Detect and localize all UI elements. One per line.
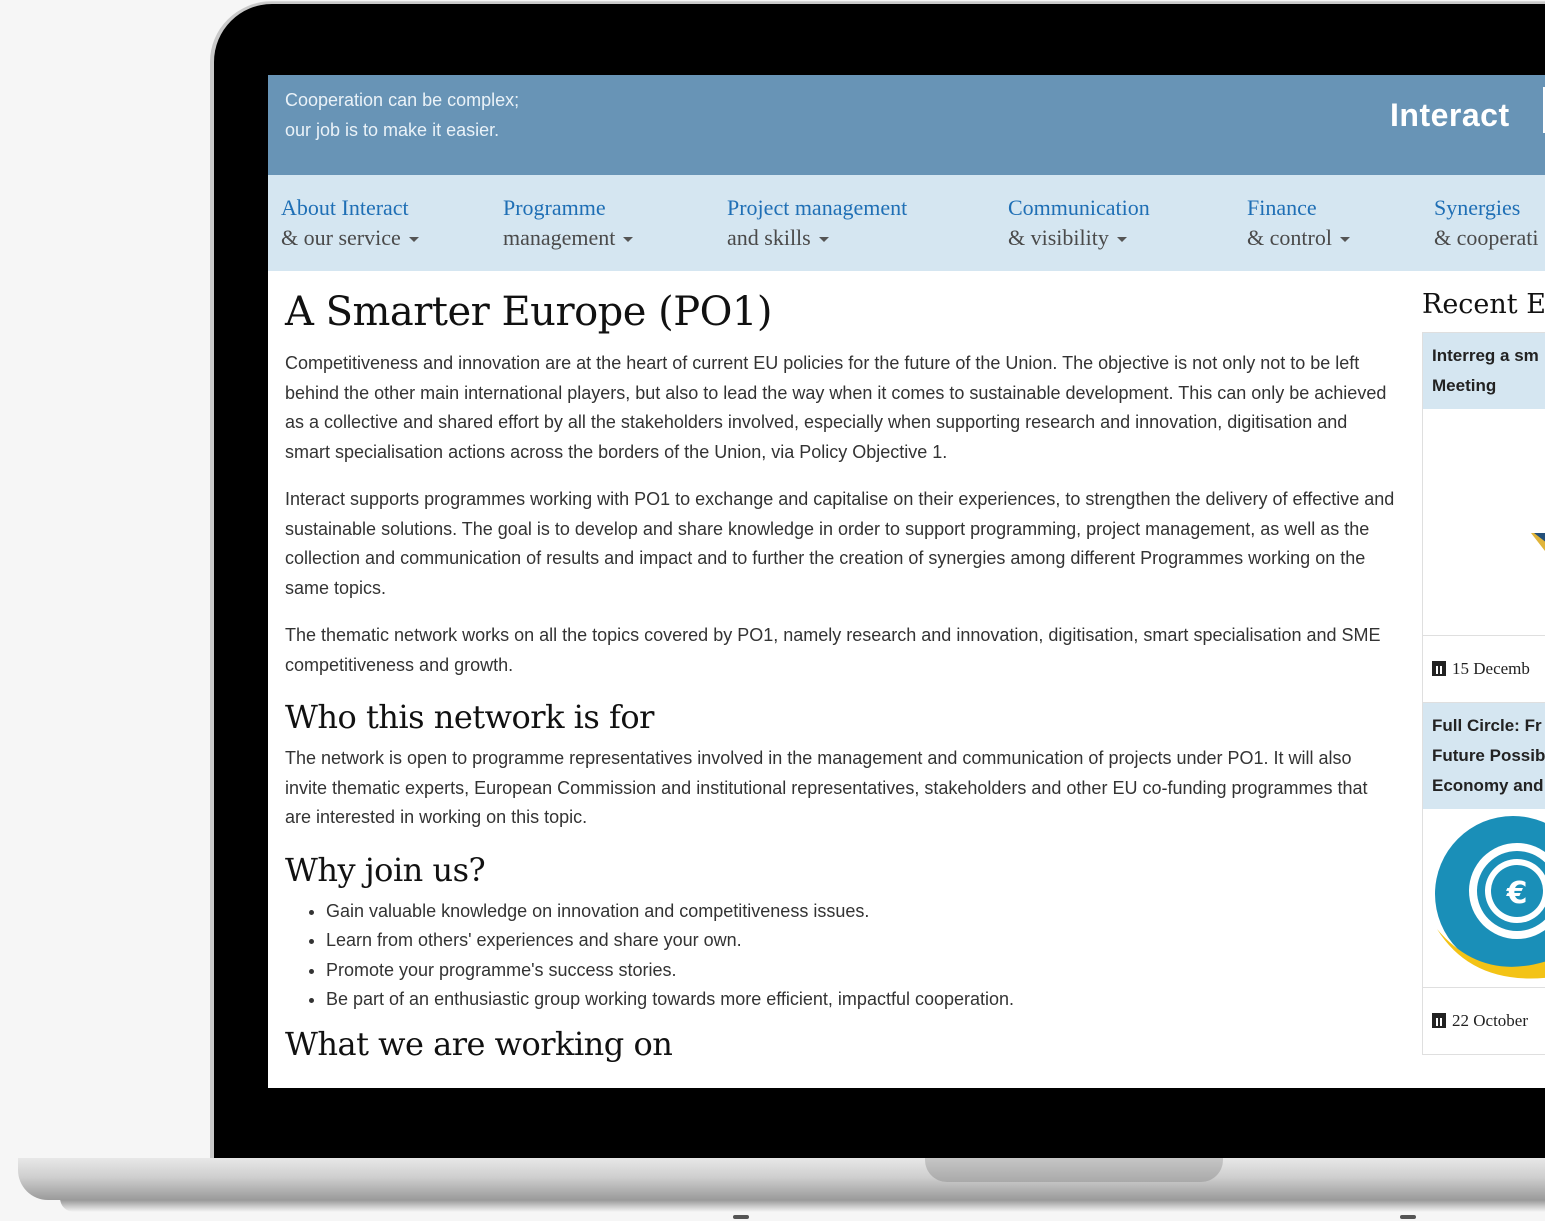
nav-item-project[interactable]: Project management and skills xyxy=(727,193,907,253)
topics-paragraph: The thematic network works on all the to… xyxy=(285,625,1381,675)
tagline-line-1: Cooperation can be complex; xyxy=(285,90,520,110)
nav-label: Project management xyxy=(727,195,908,220)
event-date: 22 October xyxy=(1423,988,1545,1054)
support-paragraph: Interact supports programmes working wit… xyxy=(285,489,1395,598)
site-header: Cooperation can be complex; our job is t… xyxy=(268,75,1545,175)
nav-sublabel: & visibility xyxy=(1008,225,1109,250)
event-card[interactable]: Interreg a sm Meeting 15 Decemb xyxy=(1422,332,1545,703)
event-date: 15 Decemb xyxy=(1423,636,1545,702)
laptop-foot xyxy=(1400,1215,1416,1219)
event-logo-icon xyxy=(1531,533,1545,551)
who-heading: Who this network is for xyxy=(285,698,654,736)
nav-label: Communication xyxy=(1008,195,1150,220)
event-title[interactable]: Full Circle: Fr Future Possib Economy an… xyxy=(1423,703,1545,809)
tagline: Cooperation can be complex; our job is t… xyxy=(285,85,519,145)
nav-label: Finance xyxy=(1247,195,1317,220)
laptop-foot xyxy=(733,1215,749,1219)
nav-item-communication[interactable]: Communication & visibility xyxy=(1008,193,1150,253)
browser-screen: Cooperation can be complex; our job is t… xyxy=(268,75,1545,1088)
event-title-line: Economy and xyxy=(1432,776,1544,795)
recent-events-title: Recent E xyxy=(1422,289,1545,320)
list-item: Promote your programme's success stories… xyxy=(326,956,1395,986)
list-item: Be part of an enthusiastic group working… xyxy=(326,985,1395,1015)
event-title-line: Interreg a sm xyxy=(1432,346,1539,365)
caret-down-icon xyxy=(408,237,419,243)
calendar-icon xyxy=(1432,1013,1446,1028)
brand-logo[interactable]: Interact xyxy=(1390,97,1510,134)
laptop-notch xyxy=(925,1158,1223,1182)
tagline-line-2: our job is to make it easier. xyxy=(285,120,500,140)
event-title[interactable]: Interreg a sm Meeting xyxy=(1423,333,1545,409)
list-item: Learn from others' experiences and share… xyxy=(326,926,1395,956)
nav-sublabel: management xyxy=(503,225,616,250)
nav-sublabel: and skills xyxy=(727,225,811,250)
why-heading: Why join us? xyxy=(285,850,486,889)
nav-label: About Interact xyxy=(281,195,409,220)
intro-paragraph: Competitiveness and innovation are at th… xyxy=(285,353,1387,462)
event-card[interactable]: Full Circle: Fr Future Possib Economy an… xyxy=(1422,703,1545,1055)
who-paragraph: The network is open to programme represe… xyxy=(285,748,1368,827)
laptop-base xyxy=(18,1158,1545,1200)
working-heading: What we are working on xyxy=(285,1024,673,1063)
nav-sublabel: & control xyxy=(1247,225,1332,250)
event-image[interactable] xyxy=(1423,409,1545,636)
nav-item-finance[interactable]: Finance & control xyxy=(1247,193,1350,253)
nav-sublabel: & cooperati xyxy=(1434,225,1539,250)
euro-logo-icon: € xyxy=(1435,816,1545,979)
caret-down-icon xyxy=(818,237,829,243)
nav-item-about[interactable]: About Interact & our service xyxy=(281,193,419,253)
event-date-text: 15 Decemb xyxy=(1452,659,1530,678)
event-title-line: Full Circle: Fr xyxy=(1432,716,1542,735)
nav-label: Synergies xyxy=(1434,195,1521,220)
laptop-shadow xyxy=(60,1198,1545,1212)
event-title-line: Meeting xyxy=(1432,376,1497,395)
calendar-icon xyxy=(1432,661,1446,676)
event-image[interactable]: € xyxy=(1423,809,1545,988)
event-date-text: 22 October xyxy=(1452,1011,1529,1030)
benefits-list: Gain valuable knowledge on innovation an… xyxy=(285,897,1395,1015)
caret-down-icon xyxy=(1339,237,1350,243)
caret-down-icon xyxy=(623,237,634,243)
list-item: Gain valuable knowledge on innovation an… xyxy=(326,897,1395,927)
page-title: A Smarter Europe (PO1) xyxy=(285,289,773,335)
main-content: A Smarter Europe (PO1) Competitiveness a… xyxy=(285,271,1395,1071)
recent-events-sidebar: Recent E Interreg a sm Meeting 15 Decemb… xyxy=(1422,271,1545,1055)
nav-item-programme[interactable]: Programme management xyxy=(503,193,634,253)
nav-sublabel: & our service xyxy=(281,225,401,250)
caret-down-icon xyxy=(1116,237,1127,243)
main-nav: About Interact & our service Programme m… xyxy=(268,175,1545,271)
nav-label: Programme xyxy=(503,195,606,220)
nav-item-synergies[interactable]: Synergies & cooperati xyxy=(1434,193,1538,253)
event-title-line: Future Possib xyxy=(1432,746,1545,765)
svg-text:€: € xyxy=(1506,876,1528,911)
